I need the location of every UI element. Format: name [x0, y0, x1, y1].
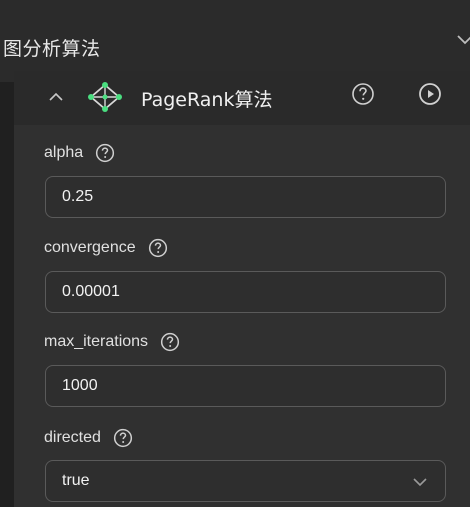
graph-network-icon: [88, 82, 122, 112]
algorithm-title: PageRank算法: [141, 89, 273, 111]
max-iterations-input[interactable]: 1000: [45, 365, 446, 407]
section-header[interactable]: 图分析算法: [0, 0, 470, 82]
question-circle-icon[interactable]: [351, 82, 375, 106]
question-circle-icon[interactable]: [148, 238, 168, 258]
params-form: alpha 0.25 convergence 0.00001 max_itera…: [14, 125, 470, 507]
param-label-alpha: alpha: [44, 143, 115, 163]
chevron-down-icon[interactable]: [411, 473, 429, 491]
param-label-directed: directed: [44, 428, 133, 448]
convergence-input[interactable]: 0.00001: [45, 271, 446, 313]
question-circle-icon[interactable]: [160, 332, 180, 352]
question-circle-icon[interactable]: [95, 143, 115, 163]
play-circle-icon[interactable]: [418, 82, 442, 106]
section-title: 图分析算法: [3, 38, 101, 60]
algorithm-panel: 图分析算法 PageRank算法 alpha 0.25 convergence …: [0, 0, 470, 507]
alpha-input[interactable]: 0.25: [45, 176, 446, 218]
chevron-up-icon[interactable]: [46, 87, 66, 107]
directed-select[interactable]: true: [45, 460, 446, 502]
param-label-convergence: convergence: [44, 238, 168, 258]
param-label-max-iterations: max_iterations: [44, 332, 180, 352]
question-circle-icon[interactable]: [113, 428, 133, 448]
chevron-down-icon[interactable]: [454, 28, 470, 50]
algorithm-header[interactable]: PageRank算法: [14, 71, 470, 125]
